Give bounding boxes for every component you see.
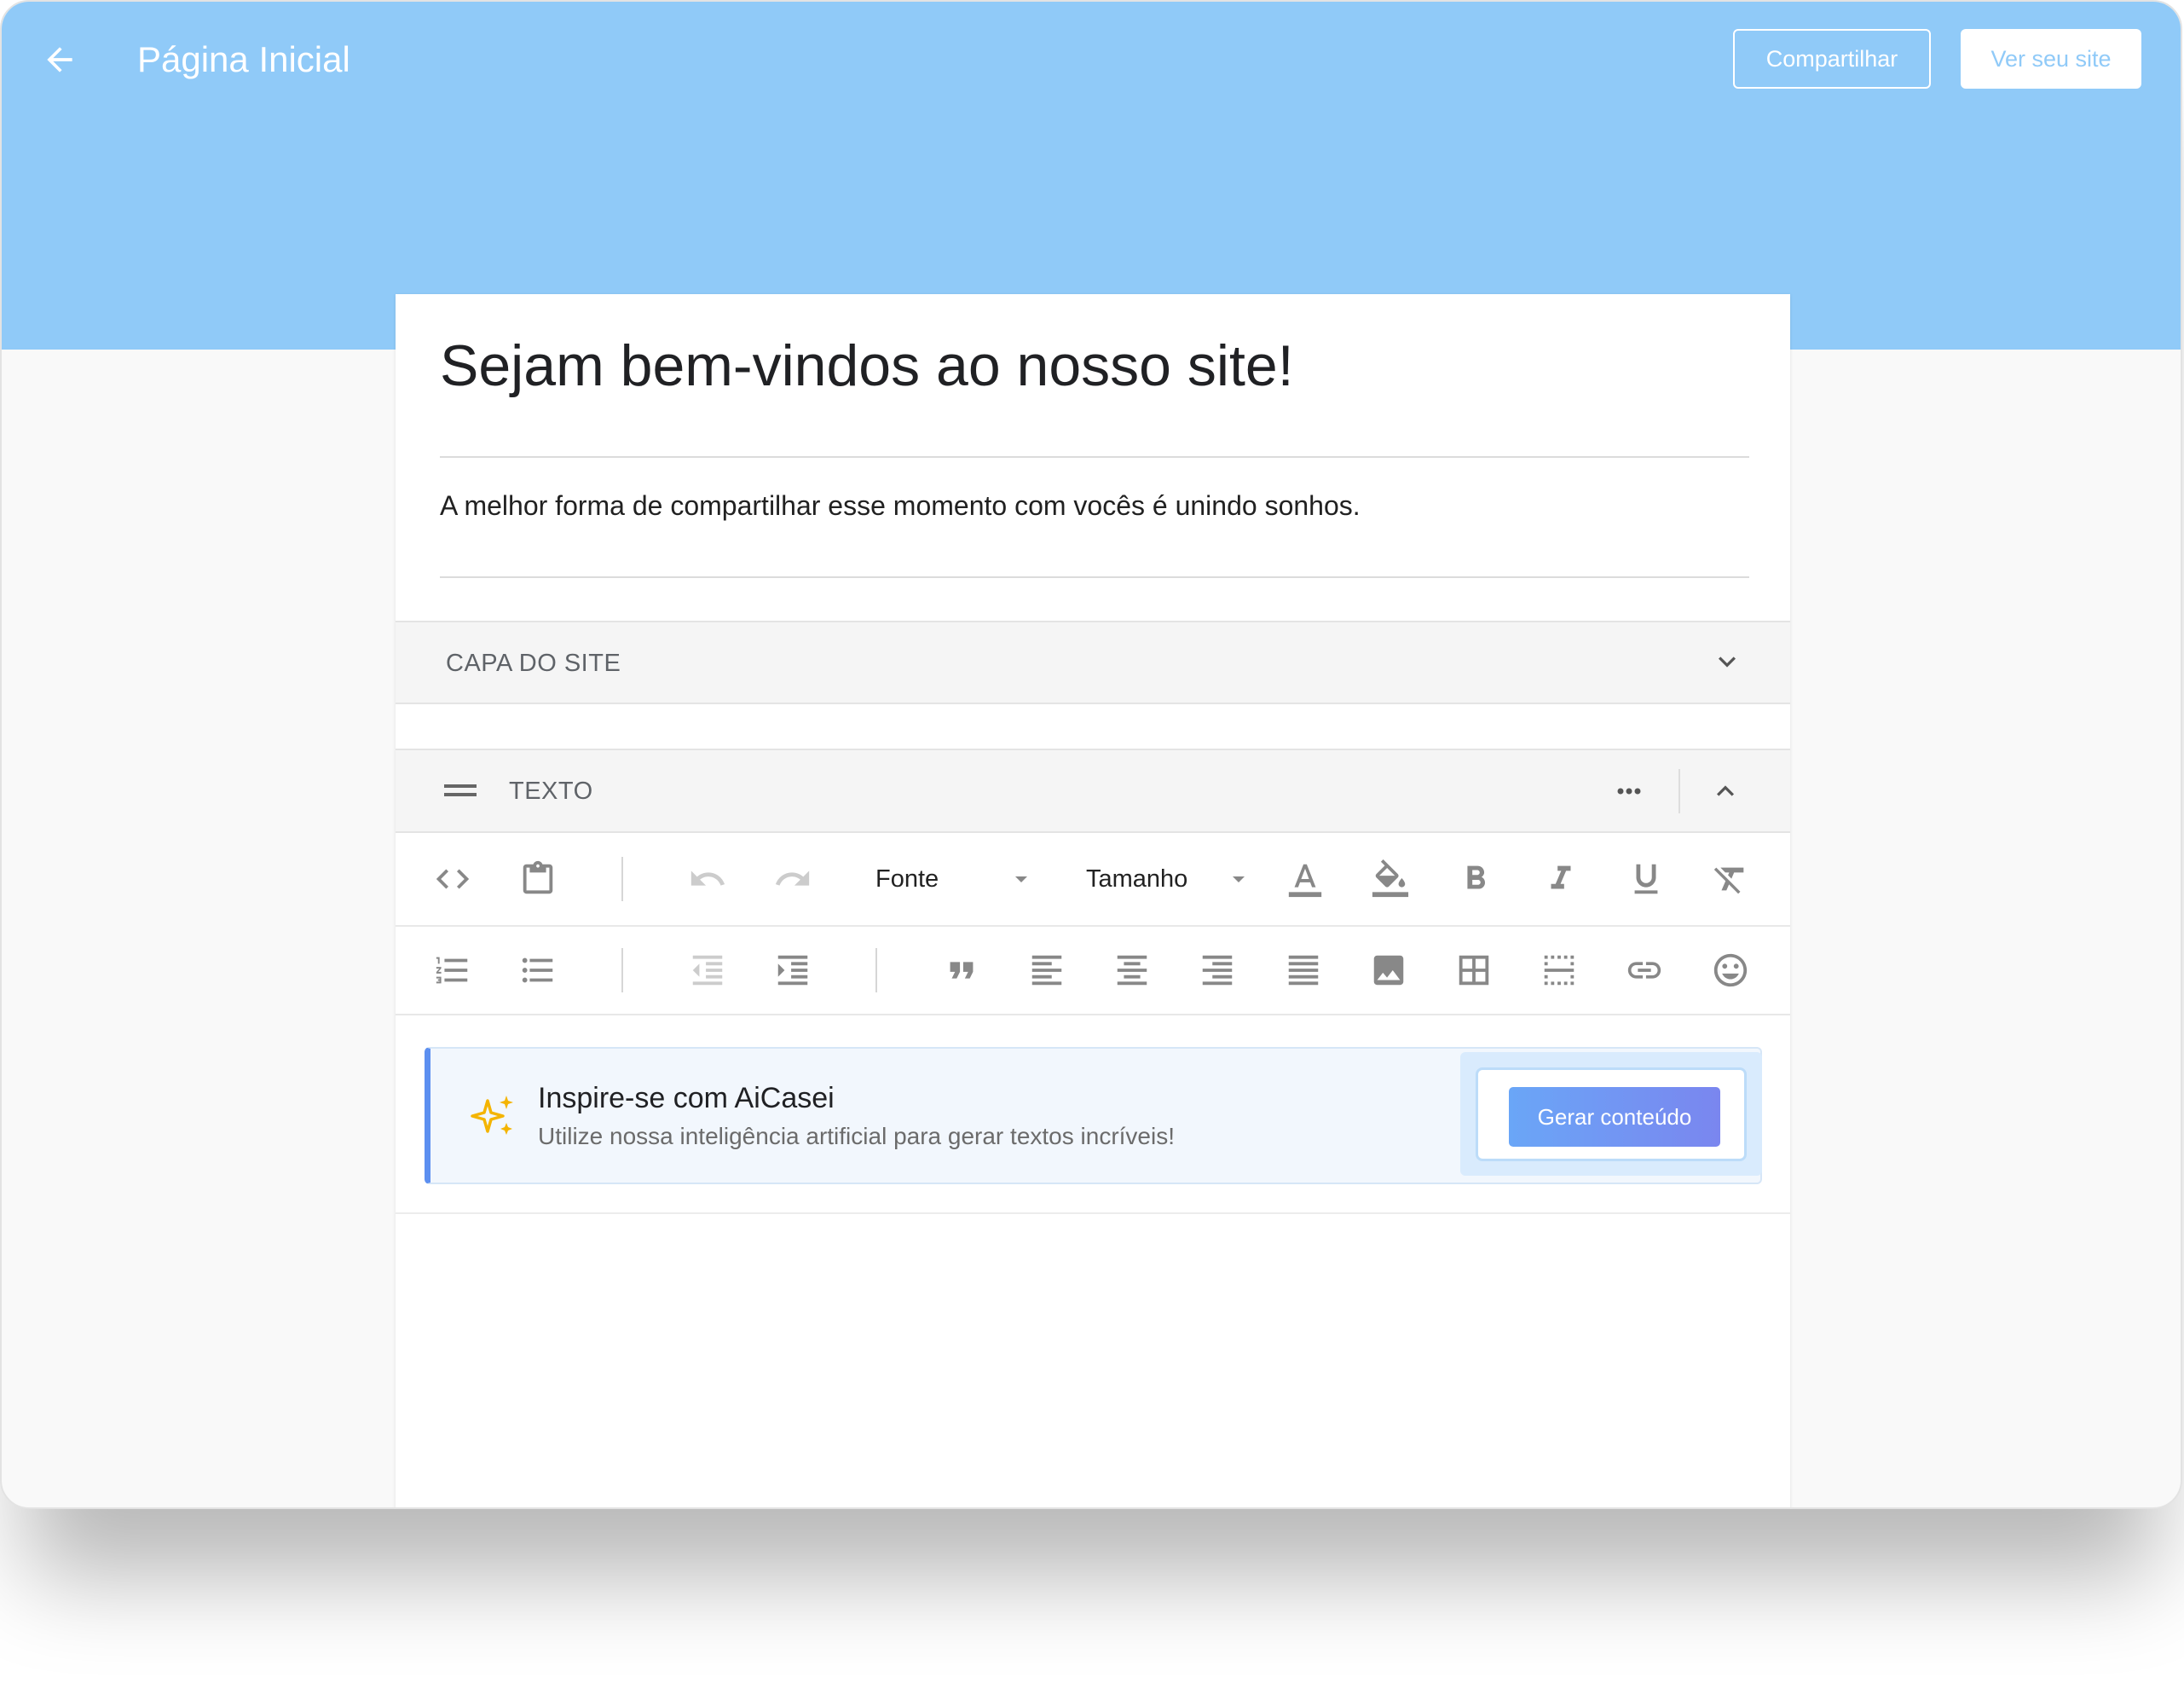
ai-suggestion-banner: Inspire-se com AiCasei Utilize nossa int… [425,1047,1762,1184]
underline-button[interactable] [1626,859,1666,899]
emoji-button[interactable] [1711,951,1750,990]
arrow-left-icon [47,47,72,72]
justify-icon [1288,955,1319,986]
drag-handle-icon[interactable] [444,781,477,800]
bullet-list-icon [522,957,553,983]
size-dropdown[interactable]: Tamanho [1086,858,1250,900]
image-button[interactable] [1369,951,1408,990]
more-icon[interactable] [1612,774,1646,808]
indent-button[interactable] [773,951,812,990]
font-dropdown[interactable]: Fonte [875,858,1034,900]
bold-button[interactable] [1456,859,1495,899]
text-editor-area[interactable] [396,1214,1790,1507]
indent-icon [777,955,808,986]
undo-icon [690,870,725,886]
divider [440,456,1749,458]
ai-banner-description: Utilize nossa inteligência artificial pa… [538,1123,1175,1149]
horizontal-rule-button[interactable] [1540,951,1579,990]
ai-banner-title: Inspire-se com AiCasei [538,1082,835,1114]
fill-color-button[interactable] [1371,859,1410,899]
section-cover-label: CAPA DO SITE [446,650,621,677]
undo-button[interactable] [688,859,727,899]
toolbar-separator [875,948,877,992]
font-color-button[interactable] [1286,859,1325,899]
top-bar: Página Inicial Compartilhar Ver seu site [2,2,2181,118]
paste-icon [523,860,553,894]
align-left-icon [1031,955,1062,986]
page-title: Página Inicial [137,39,350,79]
underline-icon [1634,864,1658,894]
page-headline[interactable]: Sejam bem-vindos ao nosso site! [440,332,1294,400]
clear-format-button[interactable] [1711,859,1750,899]
generate-button-frame: Gerar conteúdo [1476,1067,1747,1161]
justify-button[interactable] [1284,951,1323,990]
image-icon [1373,955,1404,986]
align-center-button[interactable] [1112,951,1152,990]
align-center-icon [1117,955,1147,986]
italic-button[interactable] [1541,859,1580,899]
editor-toolbar-row-2 [396,927,1790,1015]
header-separator [1678,769,1680,813]
font-dropdown-label: Fonte [875,865,939,893]
size-dropdown-label: Tamanho [1086,865,1188,893]
divider [440,576,1749,578]
page-subtitle[interactable]: A melhor forma de compartilhar esse mome… [440,489,1361,523]
generate-content-button[interactable]: Gerar conteúdo [1509,1087,1720,1147]
sparkles-icon [471,1096,513,1135]
table-icon [1459,955,1489,986]
link-icon [1627,962,1661,979]
bullet-list-button[interactable] [518,951,558,990]
section-text-label: TEXTO [509,778,593,805]
generate-button-highlight: Gerar conteúdo [1460,1052,1762,1176]
numbered-list-icon [436,957,468,984]
font-color-icon [1288,864,1322,898]
caret-down-icon [1015,876,1027,882]
code-view-icon [436,869,470,889]
align-right-button[interactable] [1198,951,1237,990]
align-right-icon [1202,955,1233,986]
link-button[interactable] [1625,951,1664,990]
app-window: Página Inicial Compartilhar Ver seu site… [0,0,2182,1509]
back-button[interactable] [39,39,80,80]
outdent-button[interactable] [688,951,727,990]
editor-card: Sejam bem-vindos ao nosso site! A melhor… [396,294,1790,1507]
redo-icon [775,870,810,886]
section-cover-header[interactable]: CAPA DO SITE [396,621,1790,704]
emoji-icon [1713,953,1748,987]
horizontal-rule-icon [1544,955,1574,986]
editor-toolbar-row-1: Fonte Tamanho [396,833,1790,927]
code-view-button[interactable] [433,859,472,899]
clear-format-icon [1713,867,1744,894]
quote-button[interactable] [942,951,981,990]
paste-button[interactable] [518,859,558,899]
align-left-button[interactable] [1027,951,1066,990]
fill-color-icon [1372,859,1409,898]
quote-icon [950,962,974,979]
chevron-up-icon[interactable] [1708,774,1742,808]
toolbar-separator [621,857,623,901]
table-button[interactable] [1454,951,1494,990]
outdent-icon [692,955,723,986]
view-site-button[interactable]: Ver seu site [1961,29,2141,89]
caret-down-icon [1233,876,1245,882]
share-button[interactable]: Compartilhar [1733,29,1931,89]
numbered-list-button[interactable] [433,951,472,990]
italic-icon [1551,865,1571,889]
section-text-header: TEXTO [396,749,1790,833]
chevron-down-icon[interactable] [1710,645,1744,679]
redo-button[interactable] [773,859,812,899]
toolbar-separator [621,948,623,992]
bold-icon [1467,865,1486,889]
